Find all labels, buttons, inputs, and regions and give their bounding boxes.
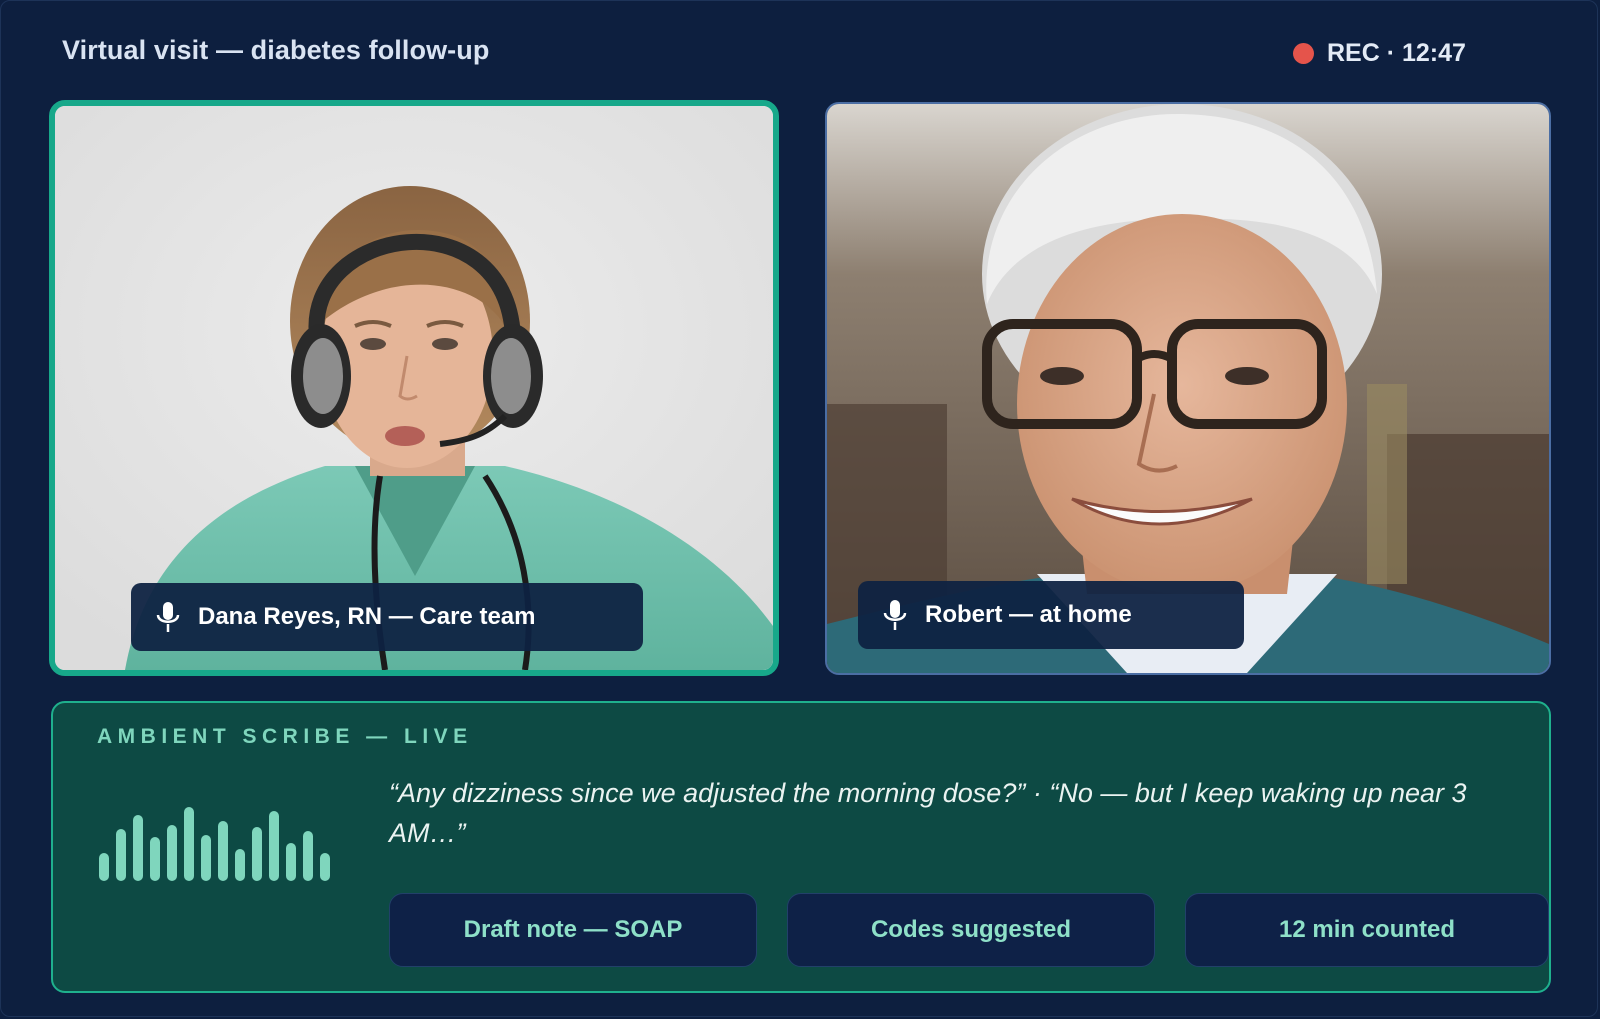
- codes-suggested-button[interactable]: Codes suggested: [787, 893, 1155, 967]
- audio-waveform-icon: [99, 807, 330, 881]
- participant-name: Dana Reyes, RN — Care team: [198, 603, 536, 630]
- recording-indicator: REC · 12:47: [1293, 39, 1466, 68]
- virtual-visit-window: Virtual visit — diabetes follow-up REC ·…: [0, 0, 1598, 1017]
- participant-name-tag: Dana Reyes, RN — Care team: [131, 583, 643, 651]
- participant-name: Robert — at home: [925, 601, 1132, 628]
- mic-icon[interactable]: [155, 600, 181, 634]
- minutes-counted-button[interactable]: 12 min counted: [1185, 893, 1549, 967]
- recording-timer: REC · 12:47: [1327, 39, 1466, 67]
- video-tile-care-team[interactable]: Dana Reyes, RN — Care team: [49, 100, 779, 676]
- draft-note-button[interactable]: Draft note — SOAP: [389, 893, 757, 967]
- scribe-status-label: AMBIENT SCRIBE — LIVE: [97, 725, 473, 748]
- live-transcript: “Any dizziness since we adjusted the mor…: [389, 778, 1467, 848]
- record-dot-icon: [1293, 43, 1314, 64]
- participant-name-tag: Robert — at home: [858, 581, 1244, 649]
- video-tile-patient[interactable]: Robert — at home: [825, 102, 1551, 675]
- mic-icon[interactable]: [882, 598, 908, 632]
- ambient-scribe-panel: AMBIENT SCRIBE — LIVE “Any dizziness sin…: [51, 701, 1551, 993]
- visit-title: Virtual visit — diabetes follow-up: [62, 35, 490, 65]
